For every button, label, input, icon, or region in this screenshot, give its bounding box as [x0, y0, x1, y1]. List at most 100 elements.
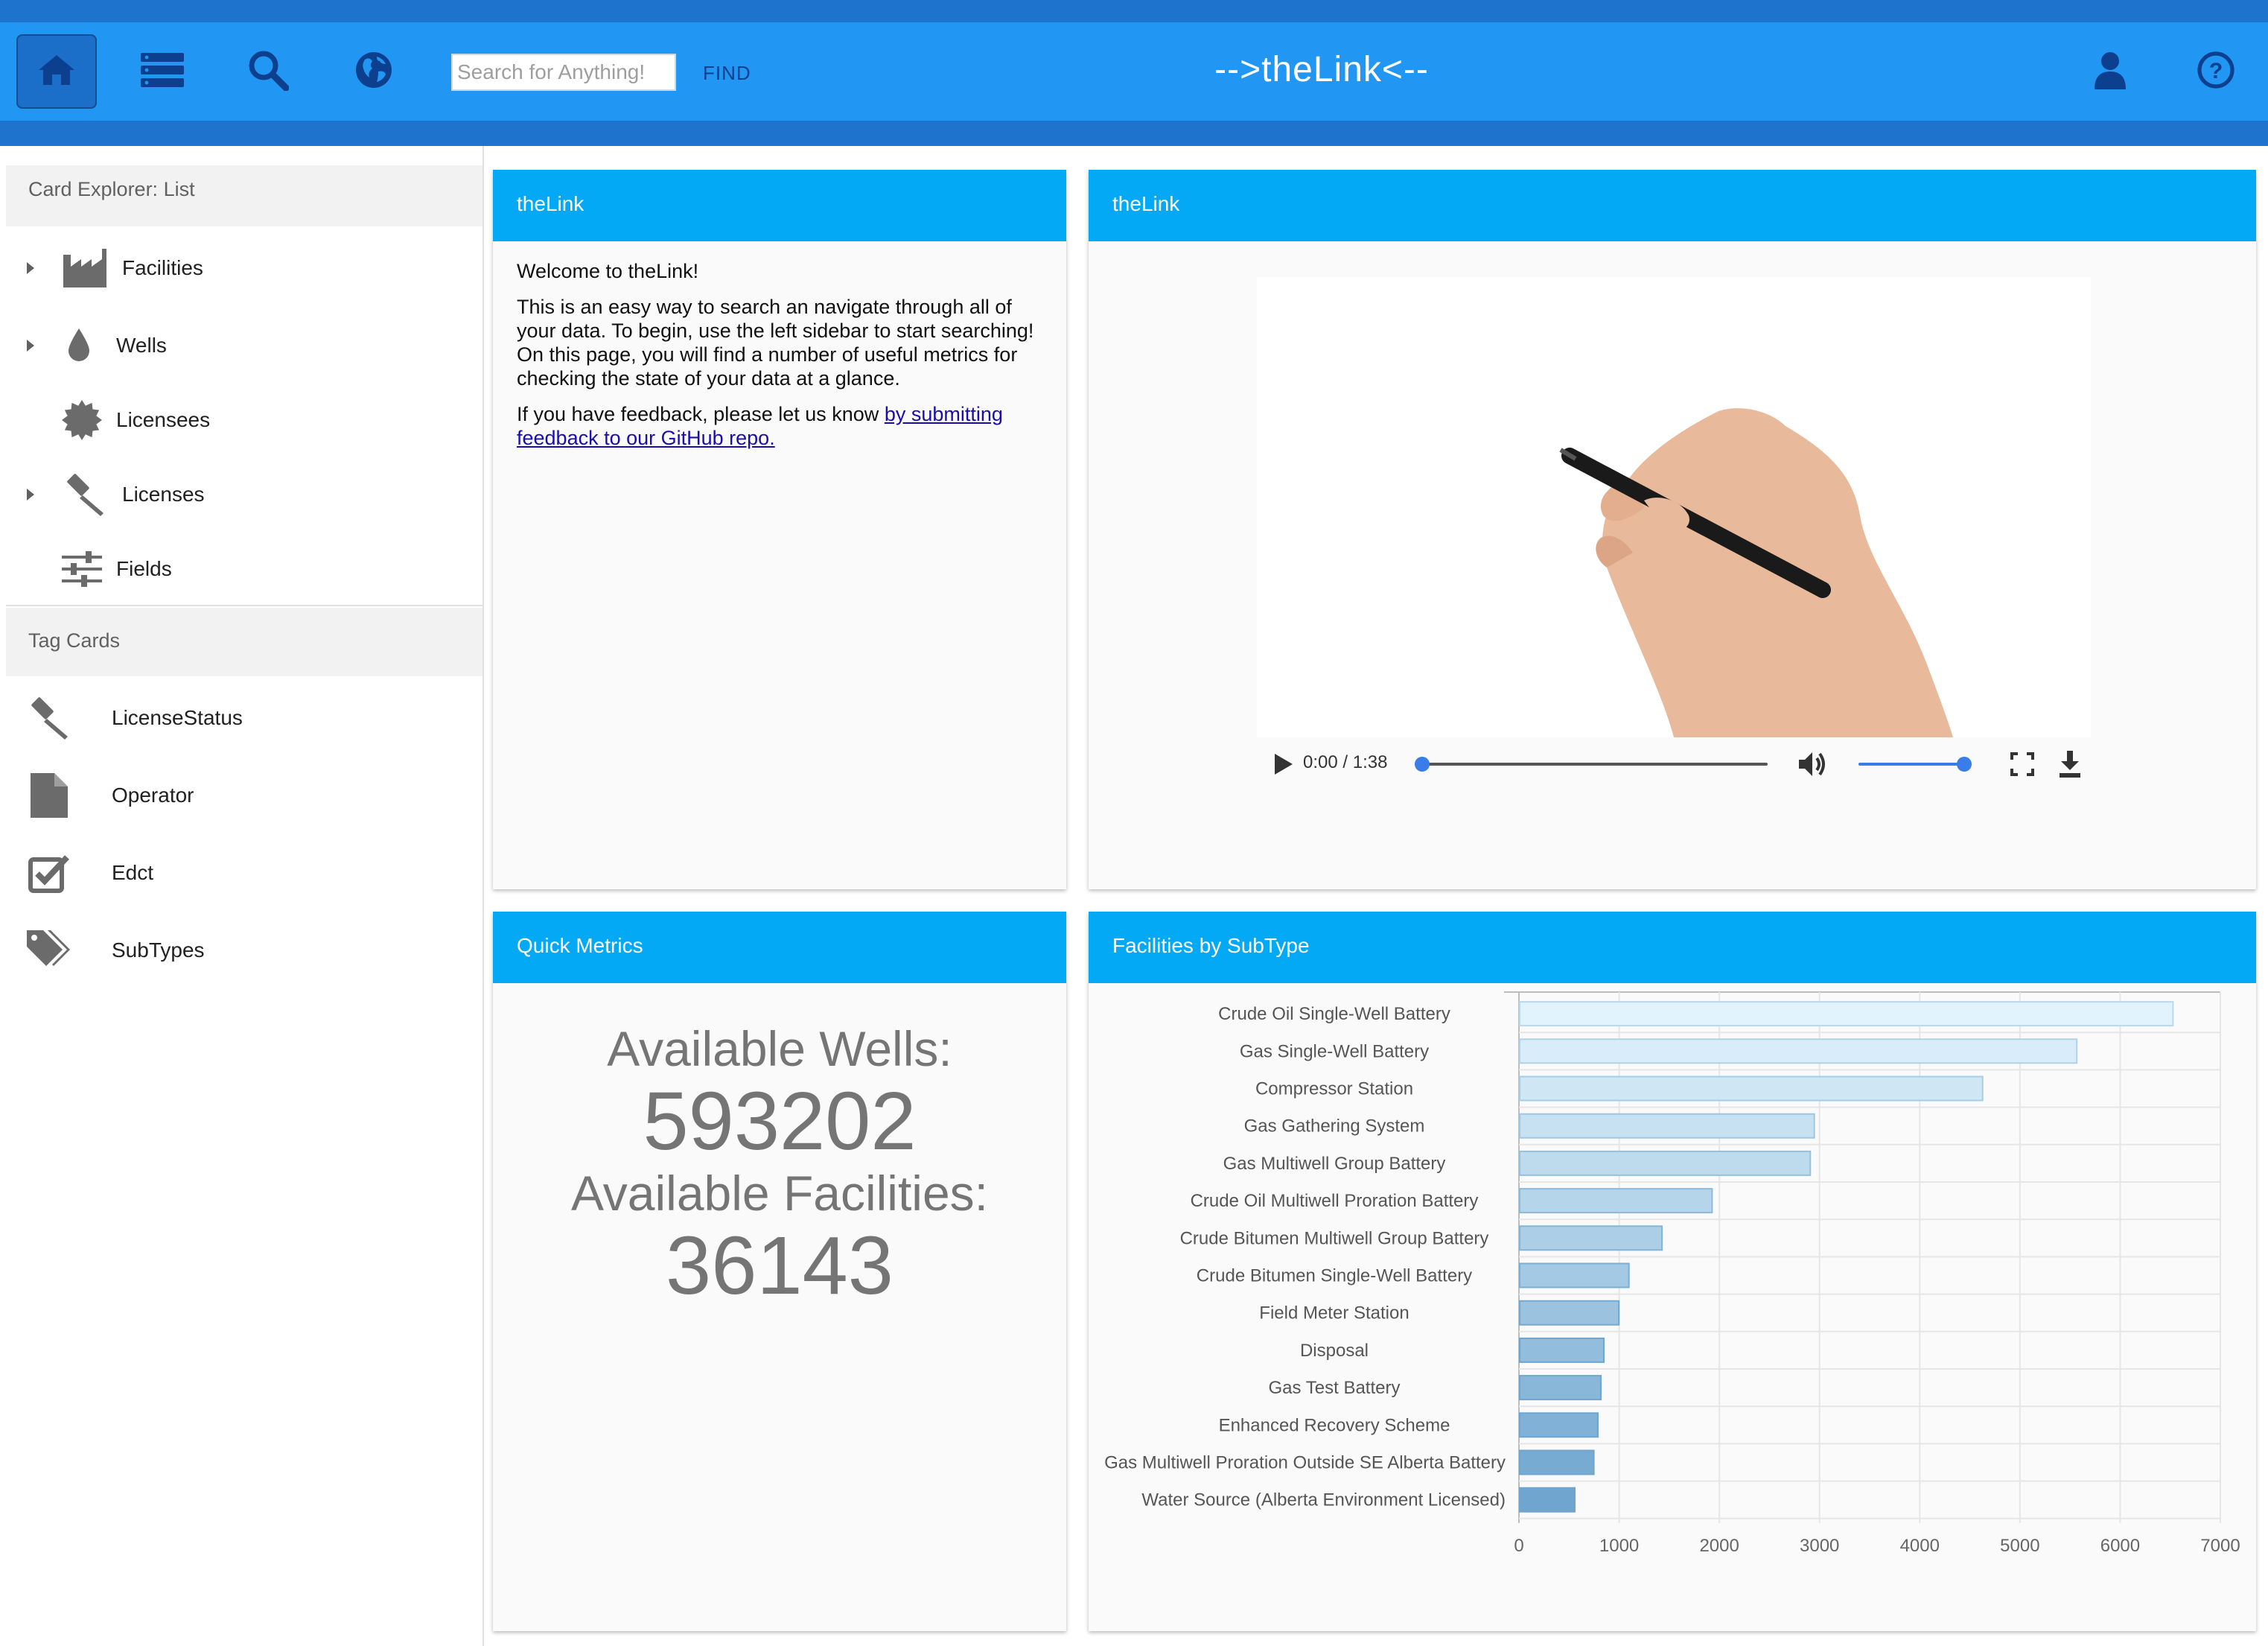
progress-bar[interactable]	[1421, 763, 1768, 766]
feedback-prefix: If you have feedback, please let us know	[517, 403, 885, 425]
chart-bar	[1519, 1188, 1713, 1214]
tags-icon	[27, 928, 71, 973]
facilities-label: Available Facilities:	[570, 1166, 989, 1221]
chart-bar	[1519, 1375, 1602, 1401]
play-button[interactable]	[1272, 752, 1294, 780]
factory-icon	[63, 246, 107, 290]
welcome-body: This is an easy way to search an navigat…	[517, 296, 1034, 390]
sidebar-item-licensestatus[interactable]: LicenseStatus	[6, 681, 482, 755]
card-header: theLink	[1089, 170, 2256, 241]
card-header: Facilities by SubType	[1089, 912, 2256, 983]
x-tick-label: 0	[1514, 1536, 1523, 1556]
x-tick-label: 1000	[1599, 1536, 1639, 1556]
y-category-label: Crude Oil Multiwell Proration Battery	[1191, 1191, 1479, 1211]
sidebar-item-licensees[interactable]: Licensees	[6, 383, 482, 457]
quick-metrics-card: Quick Metrics Available Wells: 593202 Av…	[493, 912, 1066, 1631]
sidebar-item-facilities[interactable]: Facilities	[6, 231, 482, 305]
help-icon: ?	[2197, 51, 2235, 93]
sidebar-item-wells[interactable]: Wells	[6, 308, 482, 383]
chart-bar	[1519, 1038, 2078, 1064]
video-card: theLink 0:00 / 1:38	[1089, 170, 2256, 889]
video-player[interactable]	[1257, 277, 2091, 737]
home-button[interactable]	[16, 34, 97, 109]
x-tick-label: 3000	[1800, 1536, 1839, 1556]
sidebar-item-subtypes[interactable]: SubTypes	[6, 913, 482, 988]
sidebar-item-label: Facilities	[122, 256, 203, 279]
card-header: theLink	[493, 170, 1066, 241]
sidebar-divider	[6, 605, 482, 606]
checkbox-icon	[27, 851, 71, 895]
globe-button[interactable]	[334, 34, 414, 109]
feedback-paragraph: If you have feedback, please let us know…	[517, 402, 1038, 450]
sidebar-item-label: SubTypes	[112, 938, 205, 962]
sidebar-item-label: Edct	[112, 861, 154, 884]
welcome-greeting: Welcome to theLink!	[517, 260, 699, 282]
chart-bar	[1519, 1487, 1576, 1513]
hand-drawing-illustration	[1559, 408, 1953, 737]
welcome-text: Welcome to theLink! This is an easy way …	[517, 259, 1038, 462]
sidebar-item-fields[interactable]: Fields	[6, 532, 482, 606]
sidebar-item-label: Wells	[116, 334, 167, 357]
x-tick-label: 6000	[2100, 1536, 2140, 1556]
fullscreen-button[interactable]	[2010, 752, 2034, 780]
list-icon	[141, 52, 184, 91]
volume-handle[interactable]	[1957, 757, 1972, 772]
svg-text:?: ?	[2209, 59, 2223, 83]
wells-label: Available Wells:	[607, 1021, 952, 1076]
document-icon	[27, 773, 71, 818]
chart-bar	[1519, 1262, 1630, 1288]
volume-button[interactable]	[1799, 751, 1829, 781]
facilities-chart-card: Facilities by SubType 0 1000 2000 3000 4000 5…	[1089, 912, 2256, 1631]
y-category-label: Enhanced Recovery Scheme	[1219, 1415, 1450, 1435]
expand-arrow-icon[interactable]	[27, 340, 34, 352]
y-category-label: Water Source (Alberta Environment Licens…	[1141, 1490, 1506, 1510]
expand-arrow-icon[interactable]	[27, 262, 34, 274]
sidebar-item-licenses[interactable]: Licenses	[6, 457, 482, 532]
sidebar-item-label: Fields	[116, 557, 172, 580]
y-category-label: Crude Bitumen Single-Well Battery	[1197, 1266, 1472, 1286]
x-tick-label: 4000	[1900, 1536, 1940, 1556]
y-category-label: Field Meter Station	[1259, 1303, 1409, 1324]
time-display: 0:00 / 1:38	[1303, 752, 1388, 772]
progress-handle[interactable]	[1415, 757, 1430, 772]
sidebar-item-edct[interactable]: Edct	[6, 836, 482, 910]
card-header: Quick Metrics	[493, 912, 1066, 983]
search-button[interactable]	[228, 34, 308, 109]
chart-bar	[1519, 1337, 1605, 1363]
gavel-icon	[27, 696, 71, 740]
download-button[interactable]	[2058, 751, 2082, 781]
card-title: theLink	[1112, 192, 1180, 215]
sidebar: Card Explorer: List Facilities Wells Lic…	[6, 146, 484, 1646]
y-category-label: Crude Oil Single-Well Battery	[1218, 1004, 1450, 1024]
gavel-icon	[63, 472, 107, 517]
search-icon	[247, 49, 290, 95]
app-title: -->theLink<--	[1214, 50, 1429, 89]
list-view-button[interactable]	[122, 34, 203, 109]
welcome-card: theLink Welcome to theLink! This is an e…	[493, 170, 1066, 889]
chart-bar	[1519, 1001, 2174, 1027]
certificate-icon	[60, 398, 104, 442]
x-tick-label: 5000	[2000, 1536, 2039, 1556]
facilities-bar-chart: 0 1000 2000 3000 4000 5000 6000 7000 Crude Oil S…	[1104, 991, 2240, 1556]
wells-count: 593202	[643, 1075, 917, 1167]
help-button[interactable]: ?	[2176, 34, 2256, 109]
sidebar-item-operator[interactable]: Operator	[6, 758, 482, 833]
search-input[interactable]	[451, 54, 676, 91]
drop-icon	[57, 323, 101, 368]
y-category-label: Crude Bitumen Multiwell Group Battery	[1180, 1228, 1489, 1248]
y-category-label: Compressor Station	[1255, 1079, 1413, 1099]
account-button[interactable]	[2070, 34, 2150, 109]
expand-arrow-icon[interactable]	[27, 489, 34, 501]
sidebar-item-label: Licenses	[122, 483, 205, 506]
card-title: Facilities by SubType	[1112, 934, 1310, 957]
globe-icon	[354, 51, 393, 93]
video-controls: 0:00 / 1:38	[1257, 737, 2091, 791]
card-title: theLink	[517, 192, 584, 215]
user-icon	[2095, 51, 2126, 93]
volume-slider[interactable]	[1858, 763, 1964, 766]
find-button[interactable]: FIND	[703, 57, 751, 89]
chart-bar	[1519, 1075, 1984, 1102]
y-category-label: Gas Gathering System	[1244, 1116, 1425, 1137]
y-category-label: Gas Test Battery	[1269, 1378, 1401, 1398]
home-icon	[37, 52, 76, 92]
